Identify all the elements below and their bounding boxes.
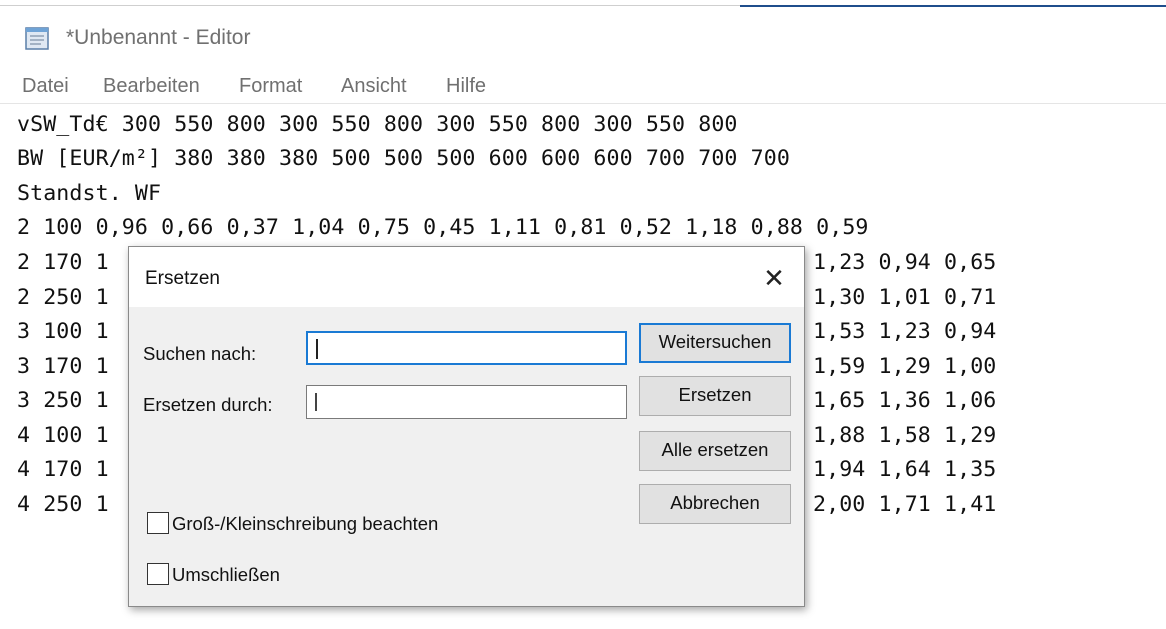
match-case-checkbox[interactable]: [147, 512, 169, 534]
editor-line-fragment: 1,30 1,01 0,71: [813, 285, 997, 310]
title-bar[interactable]: *Unbenannt - Editor: [0, 8, 1166, 70]
find-input[interactable]: [306, 331, 627, 365]
menu-bar: Datei Bearbeiten Format Ansicht Hilfe: [0, 70, 1166, 104]
editor-line: 3 170 1: [17, 354, 109, 379]
cancel-button[interactable]: Abbrechen: [639, 484, 791, 524]
dialog-title-bar[interactable]: Ersetzen ✕: [129, 247, 804, 307]
editor-line: 4 100 1: [17, 423, 109, 448]
editor-line-fragment: 2,00 1,71 1,41: [813, 492, 997, 517]
editor-line-fragment: 1,65 1,36 1,06: [813, 388, 997, 413]
editor-line-fragment: 1,88 1,58 1,29: [813, 423, 997, 448]
editor-line: 3 100 1: [17, 319, 109, 344]
window-accent-line: [740, 5, 1166, 7]
editor-line-fragment: 1,59 1,29 1,00: [813, 354, 997, 379]
editor-line: 2 250 1: [17, 285, 109, 310]
editor-line-fragment: 1,23 0,94 0,65: [813, 250, 997, 275]
text-caret: [316, 339, 318, 359]
editor-line: Standst. WF: [17, 181, 162, 206]
wrap-label: Umschließen: [172, 564, 280, 585]
menu-ansicht[interactable]: Ansicht: [341, 75, 407, 98]
editor-line: 3 250 1: [17, 388, 109, 413]
editor-line: vSW_Td€ 300 550 800 300 550 800 300 550 …: [17, 112, 738, 137]
menu-datei[interactable]: Datei: [22, 75, 69, 98]
editor-line-fragment: 1,94 1,64 1,35: [813, 457, 997, 482]
match-case-label: Groß-/Kleinschreibung beachten: [172, 513, 439, 534]
window-top-line: [0, 5, 740, 6]
editor-line: 4 170 1: [17, 457, 109, 482]
replace-button[interactable]: Ersetzen: [639, 376, 791, 416]
menu-format[interactable]: Format: [239, 75, 302, 98]
replace-label: Ersetzen durch:: [143, 394, 273, 415]
text-caret: [315, 393, 317, 411]
editor-line: 2 170 1: [17, 250, 109, 275]
editor-line-fragment: 1,53 1,23 0,94: [813, 319, 997, 344]
editor-line: 4 250 1: [17, 492, 109, 517]
notepad-icon: [25, 27, 49, 50]
dialog-title: Ersetzen: [145, 268, 220, 289]
replace-dialog: Ersetzen ✕ Suchen nach: Ersetzen durch: …: [128, 246, 805, 607]
menu-bearbeiten[interactable]: Bearbeiten: [103, 75, 200, 98]
find-next-button[interactable]: Weitersuchen: [639, 323, 791, 363]
menu-hilfe[interactable]: Hilfe: [446, 75, 486, 98]
wrap-checkbox[interactable]: [147, 563, 169, 585]
replace-input[interactable]: [306, 385, 627, 419]
editor-line: 2 100 0,96 0,66 0,37 1,04 0,75 0,45 1,11…: [17, 215, 869, 240]
close-icon[interactable]: ✕: [753, 259, 795, 297]
replace-all-button[interactable]: Alle ersetzen: [639, 431, 791, 471]
window-title: *Unbenannt - Editor: [66, 26, 251, 49]
find-label: Suchen nach:: [143, 343, 257, 364]
editor-line: BW [EUR/m²] 380 380 380 500 500 500 600 …: [17, 146, 790, 171]
